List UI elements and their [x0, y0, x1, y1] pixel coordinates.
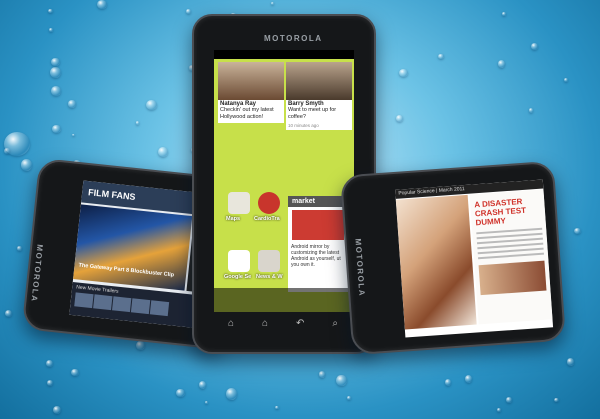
water-droplet: [46, 379, 54, 386]
text-line: [478, 252, 544, 260]
cardio-icon[interactable]: [258, 192, 280, 214]
water-droplet: [51, 58, 60, 67]
water-droplet: [204, 400, 209, 405]
water-droplet: [52, 125, 61, 133]
water-droplet: [531, 42, 539, 51]
water-droplet: [502, 11, 507, 17]
center-phone-brand: MOTOROLA: [264, 34, 323, 43]
water-droplet: [347, 395, 352, 401]
search-key-icon[interactable]: ⌕: [332, 318, 338, 334]
contact-name: Natanya Ray: [220, 101, 257, 107]
water-droplet: [135, 121, 140, 125]
water-droplet: [270, 1, 274, 5]
water-droplet: [68, 100, 76, 108]
contact-photo: [218, 62, 284, 100]
water-droplet: [52, 406, 62, 415]
contact-name: Barry Smyth: [288, 101, 324, 107]
promo-scene: MOTOROLA FILM FANS The Gateway Part 8 Bl…: [0, 0, 600, 419]
water-droplet: [4, 310, 13, 318]
contact-card-2[interactable]: Barry Smyth Want to meet up for coffee? …: [286, 62, 352, 130]
market-banner-image: [292, 210, 344, 240]
water-droplet: [70, 368, 79, 377]
contact-card-1[interactable]: Natanya Ray Checkin' out my latest Holly…: [218, 62, 284, 123]
trailer-thumb: [112, 296, 132, 313]
status-bar: [214, 50, 354, 59]
magazine-left-page-image: [395, 194, 477, 330]
water-droplet: [72, 133, 76, 137]
water-droplet: [199, 381, 207, 389]
news-icon[interactable]: [258, 250, 280, 272]
maps-label: Maps: [226, 216, 241, 222]
water-droplet: [444, 379, 452, 387]
trailer-thumb: [149, 300, 170, 317]
right-phone-screen: Popular Science | March 2011 A DISASTER …: [395, 179, 554, 338]
water-droplet: [464, 375, 472, 383]
water-droplet: [573, 227, 581, 234]
water-droplet: [318, 371, 326, 379]
contact-message: Want to meet up for coffee?: [288, 107, 337, 120]
water-droplet: [275, 406, 279, 410]
water-droplet: [50, 66, 62, 79]
water-droplet: [20, 159, 33, 172]
water-droplet: [554, 397, 559, 402]
water-droplet: [497, 59, 506, 69]
water-droplet: [46, 360, 54, 368]
trailer-thumb: [74, 292, 94, 309]
trailer-thumb: [93, 294, 113, 311]
water-droplet: [48, 28, 53, 33]
menu-key-icon[interactable]: ⌂: [228, 318, 234, 334]
water-droplet: [496, 407, 502, 412]
water-droplet: [396, 115, 404, 122]
water-droplet: [97, 0, 108, 10]
maps-icon[interactable]: [228, 192, 250, 214]
contact-photo: [286, 62, 352, 100]
left-phone-brand: MOTOROLA: [29, 243, 45, 303]
trailer-thumb: [130, 298, 151, 315]
water-droplet: [506, 397, 512, 403]
water-droplet: [158, 147, 168, 158]
contact-time: 10 minutes ago: [288, 123, 319, 128]
water-droplet: [17, 246, 23, 251]
contact-message: Checkin' out my latest Hollywood action!: [220, 107, 274, 120]
right-phone-brand: MOTOROLA: [353, 238, 367, 298]
water-droplet: [563, 77, 568, 82]
water-droplet: [135, 340, 145, 351]
magazine-headline: A DISASTER CRASH TEST DUMMY: [474, 197, 527, 228]
water-droplet: [438, 54, 444, 59]
center-phone-screen: Natanya Ray Checkin' out my latest Holly…: [214, 50, 354, 312]
google-search-label: Google Se: [224, 274, 252, 280]
water-droplet: [48, 8, 53, 13]
water-droplet: [399, 69, 409, 78]
market-title: market: [288, 196, 348, 207]
water-droplet: [146, 99, 158, 111]
water-droplet: [225, 387, 237, 401]
film-feature-image: [73, 204, 193, 291]
back-key-icon[interactable]: ↶: [296, 318, 304, 334]
market-widget[interactable]: market Android mirror by customizing the…: [288, 196, 348, 292]
water-droplet: [50, 86, 62, 97]
app-dock: [214, 288, 354, 312]
water-droplet: [566, 358, 574, 366]
home-key-icon[interactable]: ⌂: [262, 318, 268, 334]
cardio-label: CardioTra: [254, 216, 280, 222]
magazine-inset-photo: [478, 260, 547, 296]
right-phone: MOTOROLA Popular Science | March 2011 A …: [339, 160, 567, 356]
news-label: News & W: [256, 274, 283, 280]
hardware-nav-keys: ⌂ ⌂ ↶ ⌕: [228, 318, 338, 334]
water-droplet: [336, 374, 347, 387]
water-droplet: [4, 132, 30, 156]
water-droplet: [528, 108, 533, 113]
water-droplet: [185, 8, 191, 14]
water-droplet: [176, 389, 185, 398]
market-blurb: Android mirror by customizing the latest…: [291, 244, 341, 268]
magazine-right-page: A DISASTER CRASH TEST DUMMY: [469, 189, 553, 325]
google-search-icon[interactable]: [228, 250, 250, 272]
